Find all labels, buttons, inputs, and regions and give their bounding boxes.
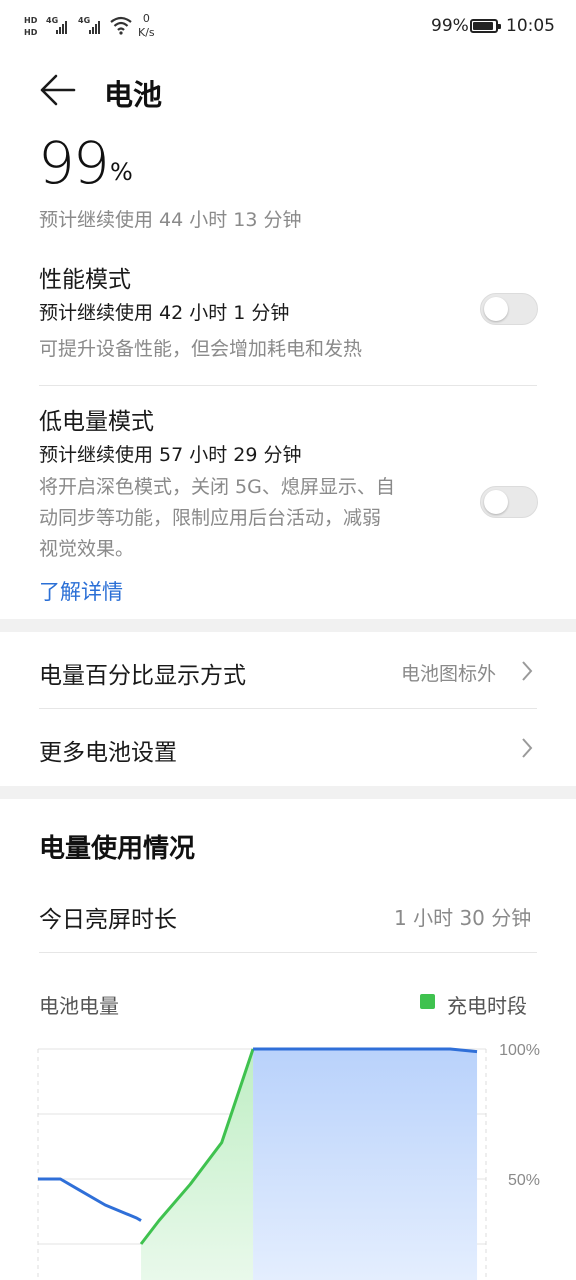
low-power-description-line-2: 动同步等功能，限制应用后台活动，减弱 (39, 507, 382, 529)
signal-icon-2 (89, 20, 100, 34)
low-power-mode-description: 将开启深色模式，关闭 5G、熄屏显示、自 动同步等功能，限制应用后台活动，减弱 … (39, 472, 469, 565)
more-battery-settings-label: 更多电池设置 (39, 740, 177, 766)
low-power-description-line-1: 将开启深色模式，关闭 5G、熄屏显示、自 (39, 476, 395, 498)
full-charge-area (253, 1049, 478, 1280)
performance-mode-estimate: 预计继续使用 42 小时 1 分钟 (39, 302, 290, 324)
chevron-right-icon (522, 661, 533, 681)
legend-swatch-charging (420, 994, 435, 1009)
chevron-right-icon (522, 738, 533, 758)
battery-percent-text: 99% (431, 16, 469, 36)
performance-mode-title: 性能模式 (39, 267, 131, 293)
page-title: 电池 (104, 78, 163, 112)
percent-display-value: 电池图标外 (401, 663, 497, 685)
hd-badge-1: HD (24, 16, 38, 25)
learn-more-link[interactable]: 了解详情 (39, 576, 123, 606)
divider (39, 952, 537, 953)
low-power-mode-estimate: 预计继续使用 57 小时 29 分钟 (39, 444, 302, 466)
divider (39, 385, 537, 386)
section-gap (0, 786, 576, 799)
battery-level-number: 99 (38, 129, 110, 197)
charging-area (141, 1049, 254, 1280)
low-power-description-line-3: 视觉效果。 (39, 538, 135, 560)
screen-on-time-row: 今日亮屏时长 1 小时 30 分钟 (0, 880, 576, 950)
hd-badge-2: HD (24, 28, 38, 37)
wifi-icon (110, 16, 132, 35)
low-power-mode-title: 低电量模式 (39, 409, 154, 435)
y-tick-label: 50% (508, 1172, 540, 1189)
legend-label-charging: 充电时段 (447, 994, 527, 1018)
screen-on-time-value: 1 小时 30 分钟 (394, 906, 532, 930)
more-battery-settings-row[interactable]: 更多电池设置 (0, 709, 576, 785)
battery-level-chart: 100% 50% (37, 1042, 540, 1280)
toggle-knob (484, 490, 508, 514)
battery-estimate: 预计继续使用 44 小时 13 分钟 (39, 209, 302, 231)
battery-level-unit: % (110, 158, 133, 186)
toggle-knob (484, 297, 508, 321)
percent-display-row[interactable]: 电量百分比显示方式 电池图标外 (0, 632, 576, 708)
performance-mode-toggle[interactable] (480, 293, 538, 325)
percent-display-label: 电量百分比显示方式 (39, 663, 246, 689)
clock: 10:05 (506, 16, 555, 36)
network-speed-unit: K/s (138, 26, 155, 39)
battery-icon (470, 19, 501, 33)
network-speed: 0 K/s (138, 12, 155, 40)
section-gap (0, 619, 576, 632)
usage-section-title: 电量使用情况 (39, 834, 196, 864)
battery-chart-title: 电池电量 (39, 994, 119, 1018)
performance-mode-description: 可提升设备性能，但会增加耗电和发热 (39, 338, 363, 360)
battery-line-discharge (38, 1177, 142, 1222)
screen-on-time-label: 今日亮屏时长 (39, 907, 177, 933)
battery-fill (473, 22, 493, 30)
status-bar: HD HD 4G 4G 0 K/s 99% 10:05 (0, 0, 576, 52)
y-tick-label: 100% (499, 1042, 540, 1059)
low-power-mode-toggle[interactable] (480, 486, 538, 518)
back-arrow-icon[interactable] (38, 73, 76, 107)
signal-icon-1 (56, 20, 67, 34)
network-speed-value: 0 (142, 12, 150, 25)
